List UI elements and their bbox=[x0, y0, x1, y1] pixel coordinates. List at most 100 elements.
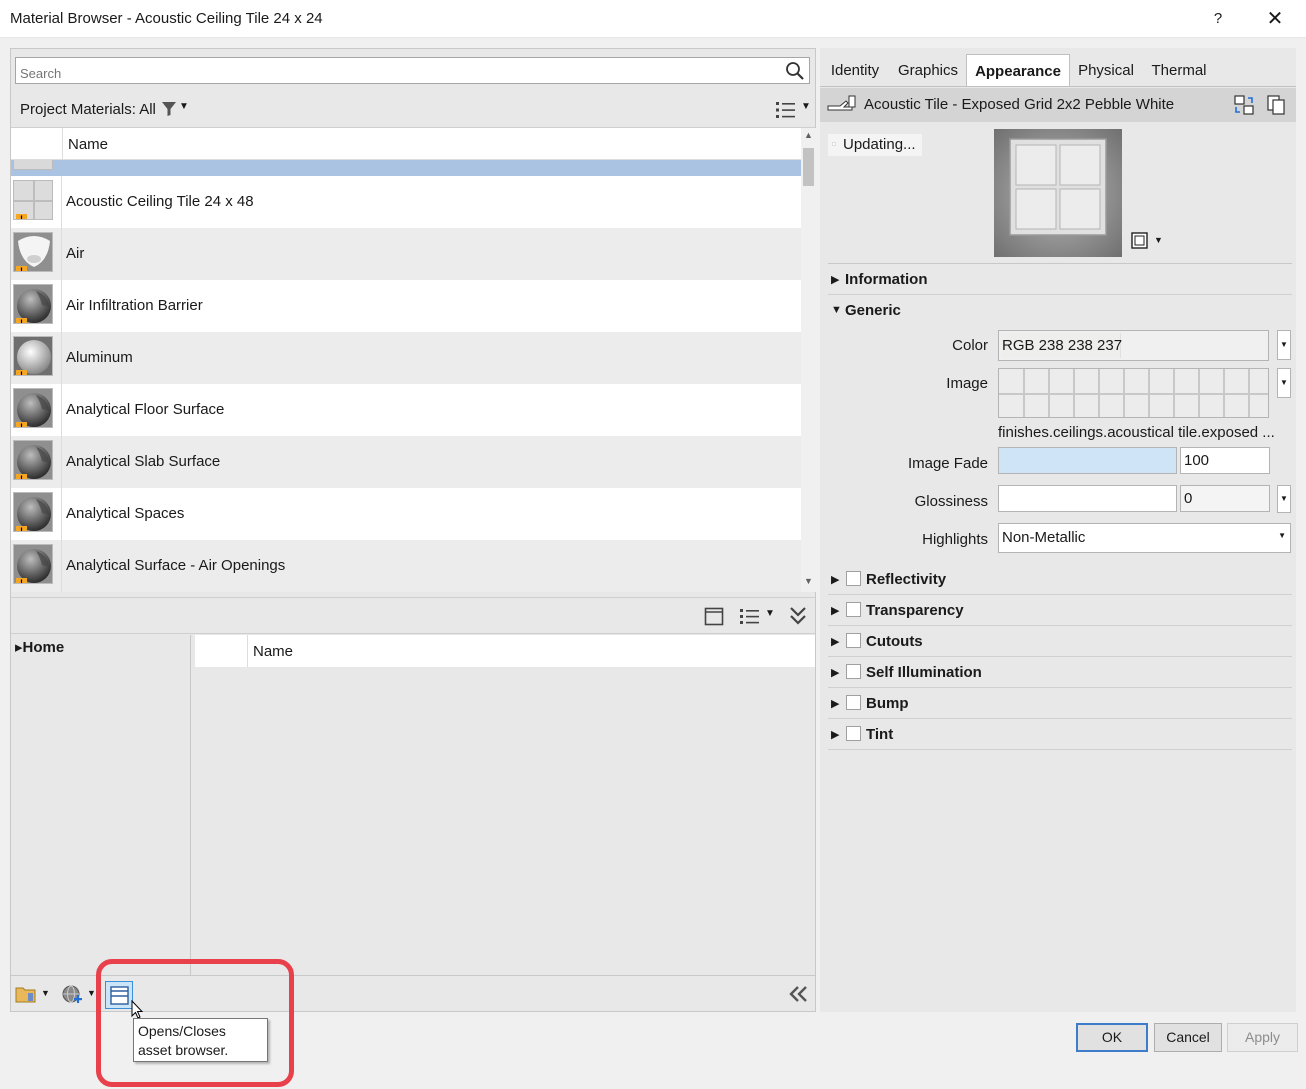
replace-asset-icon[interactable] bbox=[1233, 94, 1255, 116]
asset-name-bar: Acoustic Tile - Exposed Grid 2x2 Pebble … bbox=[820, 88, 1296, 122]
filter-dropdown-icon[interactable]: ▼ bbox=[179, 101, 189, 112]
cancel-button[interactable]: Cancel bbox=[1154, 1023, 1222, 1052]
view-options-icon[interactable] bbox=[775, 100, 797, 120]
scroll-up-icon[interactable]: ▲ bbox=[801, 130, 816, 142]
image-thumbnail[interactable] bbox=[998, 368, 1269, 418]
panel-toggle-icon[interactable] bbox=[704, 607, 724, 626]
asset-browser-toolbar: ▼ bbox=[11, 597, 815, 634]
image-fade-input[interactable]: 100 bbox=[1180, 447, 1270, 474]
image-dropdown-icon[interactable]: ▼ bbox=[1277, 368, 1291, 398]
glossiness-input[interactable]: 0 bbox=[1180, 485, 1270, 512]
scroll-down-icon[interactable]: ▼ bbox=[801, 576, 816, 588]
collapsed-arrow-icon[interactable]: ▶ bbox=[831, 666, 839, 679]
material-row[interactable]: ! Analytical Floor Surface bbox=[11, 384, 801, 436]
image-fade-slider[interactable] bbox=[998, 447, 1177, 474]
section-enable-checkbox[interactable] bbox=[846, 571, 861, 586]
warning-icon: ! bbox=[16, 578, 27, 583]
window-title: Material Browser - Acoustic Ceiling Tile… bbox=[10, 10, 323, 27]
selected-row[interactable] bbox=[11, 160, 801, 176]
section-information[interactable]: ▶ Information bbox=[828, 264, 1292, 295]
create-material-icon[interactable] bbox=[61, 984, 83, 1006]
asset-browser-toggle-button[interactable] bbox=[105, 981, 133, 1009]
tab-appearance[interactable]: Appearance bbox=[966, 54, 1070, 87]
preview-status-text: Updating... bbox=[843, 136, 916, 153]
material-thumbnail: ! bbox=[13, 336, 53, 376]
section-reflectivity[interactable]: ▶ Reflectivity bbox=[828, 564, 1292, 595]
search-box[interactable] bbox=[15, 57, 810, 84]
image-label: Image bbox=[946, 375, 988, 392]
material-row[interactable]: ! Analytical Surface - Air Openings bbox=[11, 540, 801, 592]
section-tint[interactable]: ▶ Tint bbox=[828, 719, 1292, 750]
section-bump[interactable]: ▶ Bump bbox=[828, 688, 1292, 719]
help-button[interactable]: ? bbox=[1205, 6, 1231, 32]
tab-physical[interactable]: Physical bbox=[1070, 54, 1142, 86]
preview-options-dropdown-icon[interactable]: ▼ bbox=[1154, 235, 1163, 245]
section-enable-checkbox[interactable] bbox=[846, 695, 861, 710]
header-divider bbox=[247, 635, 248, 667]
mouse-cursor-icon bbox=[131, 1000, 144, 1019]
section-enable-checkbox[interactable] bbox=[846, 726, 861, 741]
material-thumbnail: ! bbox=[13, 440, 53, 480]
tab-identity[interactable]: Identity bbox=[820, 54, 890, 86]
name-column-header[interactable]: Name bbox=[68, 136, 108, 153]
filter-icon[interactable] bbox=[161, 101, 177, 117]
collapse-left-icon[interactable] bbox=[787, 984, 809, 1004]
tab-thermal[interactable]: Thermal bbox=[1142, 54, 1216, 86]
collapsed-arrow-icon[interactable]: ▶ bbox=[831, 728, 839, 741]
section-enable-checkbox[interactable] bbox=[846, 664, 861, 679]
section-label: Bump bbox=[866, 695, 909, 712]
tab-graphics[interactable]: Graphics bbox=[890, 54, 966, 86]
material-row[interactable]: ! Analytical Spaces bbox=[11, 488, 801, 540]
create-material-dropdown-icon[interactable]: ▼ bbox=[87, 988, 96, 998]
ok-button[interactable]: OK bbox=[1076, 1023, 1148, 1052]
section-enable-checkbox[interactable] bbox=[846, 602, 861, 617]
search-input[interactable] bbox=[20, 66, 760, 81]
duplicate-asset-icon[interactable] bbox=[1266, 94, 1286, 116]
collapse-down-icon[interactable] bbox=[788, 605, 808, 627]
collapsed-arrow-icon[interactable]: ▶ bbox=[831, 273, 839, 286]
section-self-illumination[interactable]: ▶ Self Illumination bbox=[828, 657, 1292, 688]
material-list: Name ! Acoustic Ceiling Tile 24 x 48! Air!… bbox=[11, 128, 801, 592]
section-transparency[interactable]: ▶ Transparency bbox=[828, 595, 1292, 626]
material-list-scrollbar[interactable]: ▲ ▼ bbox=[801, 128, 816, 592]
collapsed-arrow-icon[interactable]: ▶ bbox=[831, 604, 839, 617]
section-cutouts[interactable]: ▶ Cutouts bbox=[828, 626, 1292, 657]
thumbnail-cell: ! bbox=[11, 280, 62, 332]
material-row[interactable]: ! Acoustic Ceiling Tile 24 x 48 bbox=[11, 176, 801, 228]
collapsed-arrow-icon[interactable]: ▶ bbox=[831, 697, 839, 710]
section-label: Transparency bbox=[866, 602, 964, 619]
expanded-arrow-icon[interactable]: ▼ bbox=[831, 304, 842, 316]
asset-name-column-header[interactable]: Name bbox=[253, 643, 293, 660]
highlights-select[interactable]: Non-Metallic ▼ bbox=[998, 523, 1291, 553]
material-row[interactable]: ! Aluminum bbox=[11, 332, 801, 384]
search-icon[interactable] bbox=[785, 61, 805, 81]
library-dropdown-icon[interactable]: ▼ bbox=[41, 988, 50, 998]
collapsed-arrow-icon[interactable]: ▶ bbox=[831, 635, 839, 648]
material-row[interactable]: ! Air Infiltration Barrier bbox=[11, 280, 801, 332]
apply-button[interactable]: Apply bbox=[1227, 1023, 1298, 1052]
view-options-dropdown-icon[interactable]: ▼ bbox=[801, 101, 811, 112]
glossiness-dropdown-icon[interactable]: ▼ bbox=[1277, 485, 1291, 513]
scroll-thumb[interactable] bbox=[803, 148, 814, 186]
section-enable-checkbox[interactable] bbox=[846, 633, 861, 648]
asset-view-dropdown-icon[interactable]: ▼ bbox=[765, 608, 775, 619]
collapsed-arrow-icon[interactable]: ▶ bbox=[831, 573, 839, 586]
tree-item-home[interactable]: ▸Home bbox=[15, 638, 64, 656]
asset-list-header: Name bbox=[195, 635, 815, 667]
preview-options-icon[interactable] bbox=[1131, 232, 1148, 249]
color-field[interactable]: RGB 238 238 237 bbox=[998, 330, 1269, 361]
section-label: Information bbox=[845, 271, 928, 288]
color-label: Color bbox=[952, 337, 988, 354]
project-materials-label[interactable]: Project Materials: All bbox=[20, 101, 156, 118]
glossiness-slider[interactable] bbox=[998, 485, 1177, 512]
close-button[interactable]: ✕ bbox=[1260, 4, 1290, 34]
material-row[interactable]: ! Analytical Slab Surface bbox=[11, 436, 801, 488]
section-generic[interactable]: ▼ Generic bbox=[828, 295, 1292, 326]
asset-view-options-icon[interactable] bbox=[739, 607, 761, 626]
material-row[interactable]: ! Air bbox=[11, 228, 801, 280]
highlights-dropdown-icon[interactable]: ▼ bbox=[1278, 531, 1286, 540]
image-path[interactable]: finishes.ceilings.acoustical tile.expose… bbox=[998, 424, 1275, 441]
asset-name: Acoustic Tile - Exposed Grid 2x2 Pebble … bbox=[864, 96, 1175, 113]
color-dropdown-icon[interactable]: ▼ bbox=[1277, 330, 1291, 360]
library-folder-icon[interactable] bbox=[15, 984, 37, 1004]
